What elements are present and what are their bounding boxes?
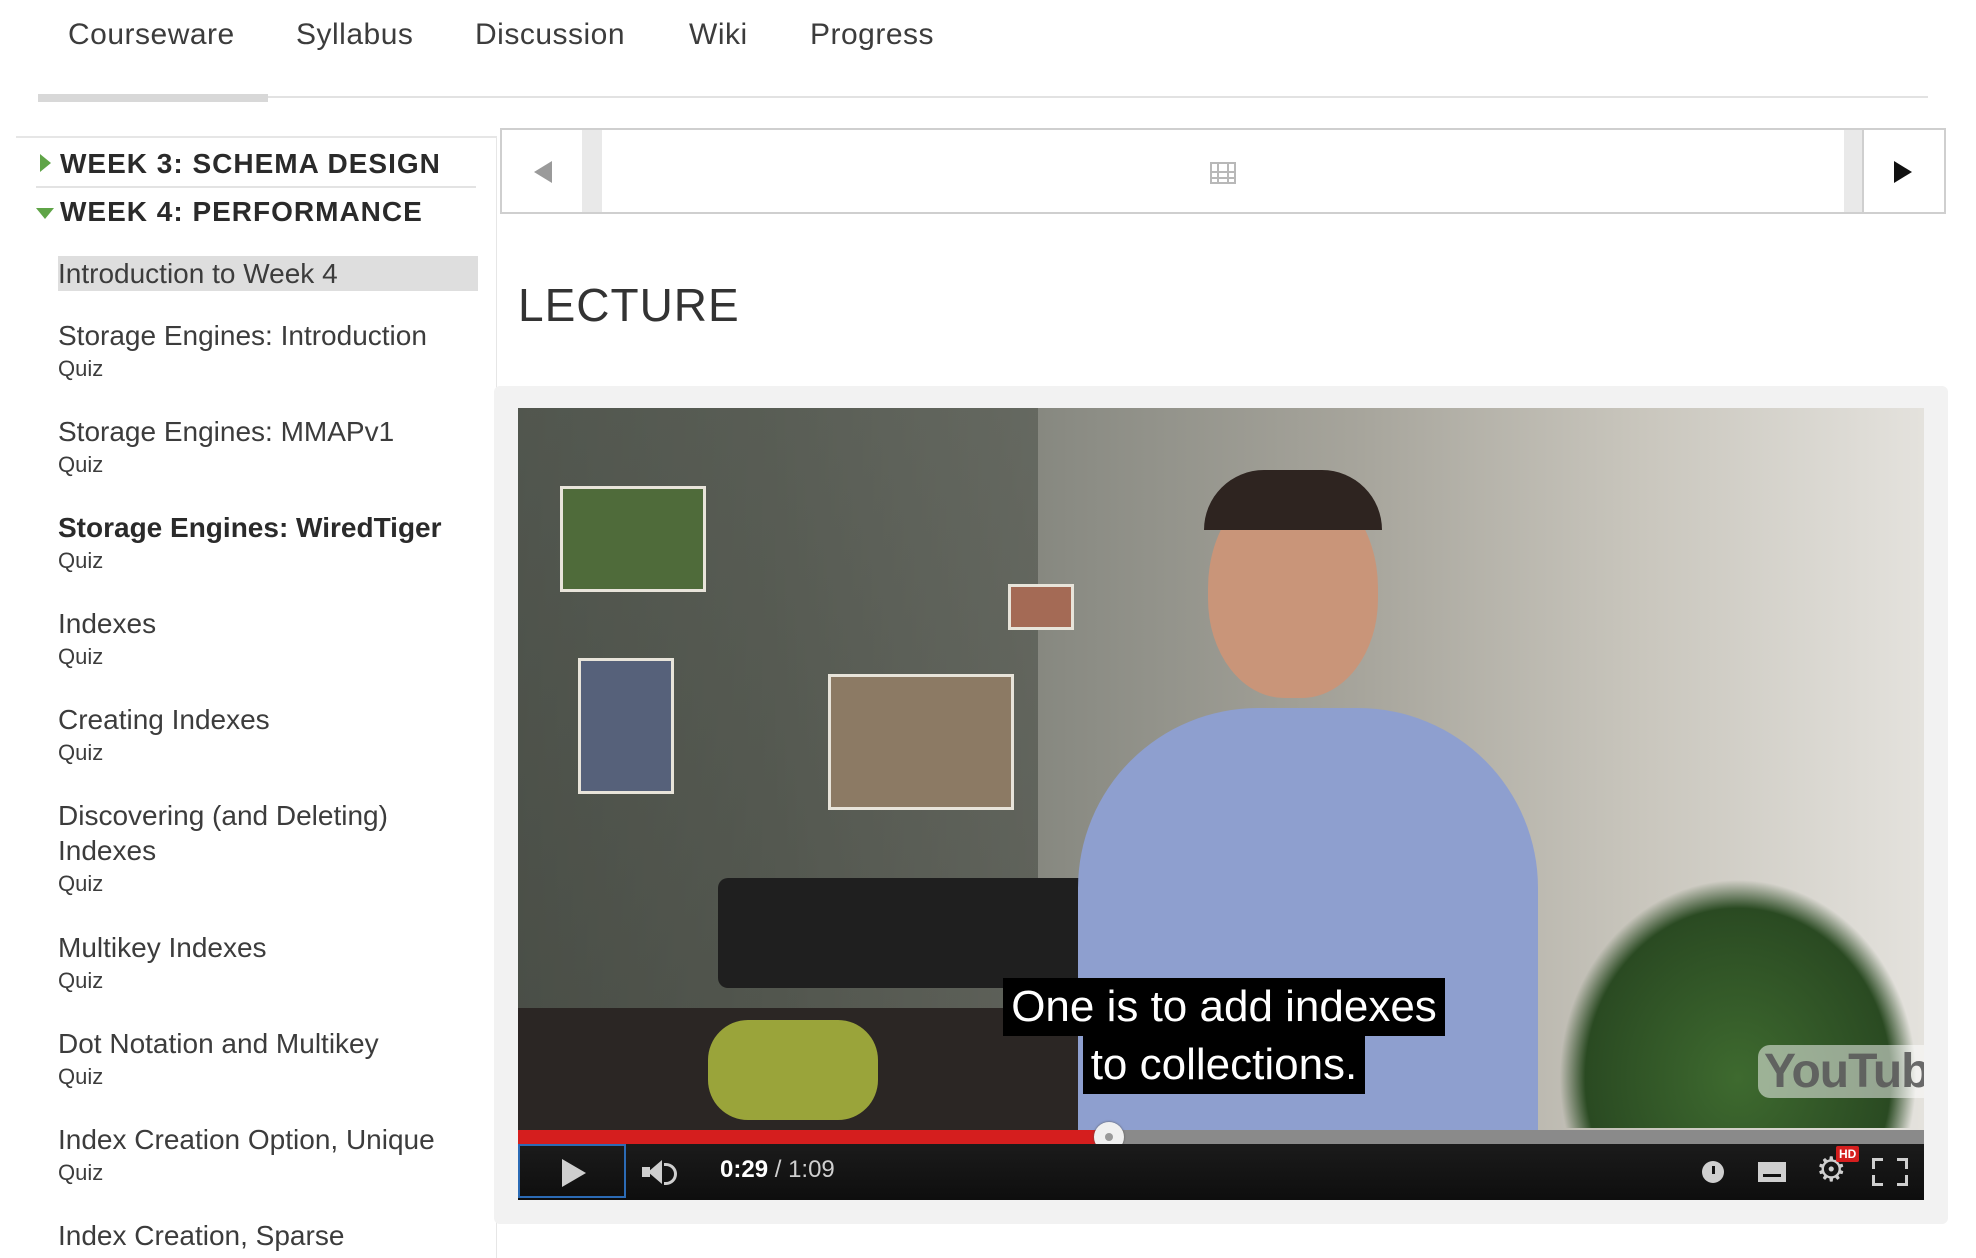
- sidebar-item-introduction-to-week-4[interactable]: Introduction to Week 4: [58, 256, 478, 291]
- wall-poster: [578, 658, 674, 794]
- caption-line: to collections.: [1082, 1036, 1366, 1094]
- youtube-logo[interactable]: YouTube: [1758, 1044, 1924, 1099]
- sequence-nav: [500, 128, 1946, 214]
- expand-arrow-icon: [40, 154, 51, 172]
- chapter-label: WEEK 4: PERFORMANCE: [60, 196, 423, 227]
- sidebar-item-title: Discovering (and Deleting) Indexes: [58, 800, 388, 866]
- sidebar-item-title: Dot Notation and Multikey: [58, 1028, 379, 1059]
- sidebar-item-subtitle: Quiz: [58, 968, 104, 993]
- duration: 1:09: [788, 1156, 835, 1183]
- sidebar-item-title: Storage Engines: WiredTiger: [58, 512, 442, 543]
- collapse-arrow-icon: [36, 208, 54, 219]
- sidebar-item-creating-indexes[interactable]: Creating Indexes Quiz: [58, 702, 478, 769]
- sidebar-item-title: Creating Indexes: [58, 704, 270, 735]
- sidebar-item-storage-engines-mmapv1[interactable]: Storage Engines: MMAPv1 Quiz: [58, 414, 478, 481]
- sidebar-item-title: Introduction to Week 4: [58, 258, 338, 289]
- youtube-logo-text: YouTube: [1758, 1045, 1924, 1098]
- play-icon[interactable]: [518, 1144, 626, 1198]
- sidebar-item-title: Multikey Indexes: [58, 932, 267, 963]
- video-captions: One is to add indexes to collections.: [994, 978, 1454, 1094]
- watch-later-icon[interactable]: [1702, 1161, 1724, 1183]
- sidebar-item-indexes[interactable]: Indexes Quiz: [58, 606, 478, 673]
- tab-syllabus[interactable]: Syllabus: [296, 18, 413, 52]
- time-display: 0:29 / 1:09: [720, 1156, 835, 1184]
- tab-discussion[interactable]: Discussion: [475, 18, 625, 52]
- sidebar-item-storage-engines-wiredtiger[interactable]: Storage Engines: WiredTiger Quiz: [58, 510, 478, 577]
- sidebar-item-subtitle: Quiz: [58, 452, 104, 477]
- time-separator: /: [768, 1156, 789, 1183]
- sidebar-item-title: Storage Engines: MMAPv1: [58, 416, 395, 447]
- sidebar-item-subtitle: Quiz: [58, 1160, 104, 1185]
- tab-progress[interactable]: Progress: [810, 18, 934, 52]
- video-progress-bar[interactable]: [518, 1122, 1924, 1152]
- next-unit-button[interactable]: [1862, 130, 1944, 212]
- green-cushion: [708, 1020, 878, 1120]
- course-sidebar: WEEK 3: SCHEMA DESIGN WEEK 4: PERFORMANC…: [16, 136, 497, 1258]
- caption-line: One is to add indexes: [1003, 978, 1445, 1036]
- volume-icon[interactable]: [642, 1160, 682, 1185]
- sidebar-item-storage-engines-introduction[interactable]: Storage Engines: Introduction Quiz: [58, 318, 478, 385]
- sidebar-item-dot-notation-and-multikey[interactable]: Dot Notation and Multikey Quiz: [58, 1026, 478, 1093]
- sidebar-item-discovering-indexes[interactable]: Discovering (and Deleting) Indexes Quiz: [58, 798, 418, 900]
- sidebar-item-title: Storage Engines: Introduction: [58, 320, 427, 351]
- chapter-week-3[interactable]: WEEK 3: SCHEMA DESIGN: [36, 142, 476, 188]
- sidebar-item-title: Index Creation, Sparse: [58, 1220, 345, 1251]
- active-tab-indicator: [38, 94, 268, 102]
- sidebar-item-subtitle: Quiz: [58, 644, 104, 669]
- captions-icon[interactable]: [1758, 1162, 1786, 1182]
- course-tabs: Courseware Syllabus Discussion Wiki Prog…: [38, 0, 1928, 102]
- sidebar-item-subtitle: Quiz: [58, 871, 104, 896]
- chapter-label: WEEK 3: SCHEMA DESIGN: [60, 148, 441, 179]
- played-progress: [518, 1130, 1109, 1144]
- section-title: LECTURE: [518, 279, 740, 331]
- tab-wiki[interactable]: Wiki: [689, 18, 748, 52]
- video-controls: 0:29 / 1:09 ⚙ HD: [518, 1144, 1924, 1200]
- sequence-divider: [582, 130, 602, 212]
- current-time: 0:29: [720, 1156, 769, 1183]
- wall-photo: [560, 486, 706, 592]
- sidebar-item-subtitle: Quiz: [58, 1064, 104, 1089]
- sidebar-item-subtitle: Quiz: [58, 740, 104, 765]
- fullscreen-icon[interactable]: [1872, 1158, 1908, 1186]
- hd-badge: HD: [1836, 1146, 1860, 1162]
- sequence-divider: [1844, 130, 1864, 212]
- tab-courseware[interactable]: Courseware: [68, 18, 235, 52]
- wall-photo: [1008, 584, 1074, 630]
- previous-unit-button[interactable]: [502, 130, 584, 212]
- sidebar-item-title: Indexes: [58, 608, 157, 639]
- presenter-hair: [1204, 470, 1382, 530]
- wall-photo: [828, 674, 1014, 810]
- sidebar-item-title: Index Creation Option, Unique: [58, 1124, 435, 1155]
- video-unit-icon[interactable]: [1210, 162, 1236, 184]
- video-player[interactable]: One is to add indexes to collections. Yo…: [518, 408, 1924, 1200]
- sidebar-item-subtitle: Quiz: [58, 548, 104, 573]
- sidebar-item-index-creation-unique[interactable]: Index Creation Option, Unique Quiz: [58, 1122, 478, 1189]
- sidebar-item-subtitle: Quiz: [58, 356, 104, 381]
- sidebar-item-index-creation-sparse[interactable]: Index Creation, Sparse: [58, 1218, 478, 1253]
- chapter-week-4[interactable]: WEEK 4: PERFORMANCE: [36, 190, 476, 234]
- sidebar-item-multikey-indexes[interactable]: Multikey Indexes Quiz: [58, 930, 478, 997]
